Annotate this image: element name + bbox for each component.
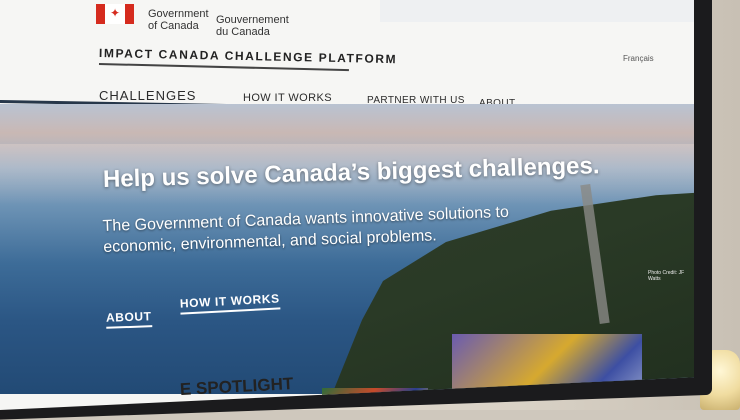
hero-about-link[interactable]: ABOUT [105,309,152,329]
gov-fr-line1: Gouvernement [216,14,289,26]
photo-credit: Photo Credit: JF Watts [648,270,685,282]
hero-how-it-works-link[interactable]: HOW IT WORKS [179,291,281,315]
gov-fr-line2: du Canada [216,26,270,38]
gov-en-line1: Government [148,8,209,20]
maple-leaf-icon: ✦ [109,6,121,20]
flag-bar-left [96,4,105,24]
canada-flag-logo[interactable]: ✦ [96,4,134,24]
language-toggle-link[interactable]: Français [623,54,654,63]
gov-name-en: Government of Canada [148,8,209,32]
gov-en-line2: of Canada [148,20,199,32]
browser-toolbar: ▮ ▮ ▮ ▮ [380,0,694,22]
nav-item-challenges[interactable]: CHALLENGES [99,88,196,103]
flag-bar-right [125,4,134,24]
gov-name-fr: Gouvernement du Canada [216,14,289,38]
nav-item-how-it-works[interactable]: HOW IT WORKS [243,92,332,104]
browser-screen: ▮ ▮ ▮ ▮ ✦ Government of Canada Gouvernem… [0,0,694,410]
